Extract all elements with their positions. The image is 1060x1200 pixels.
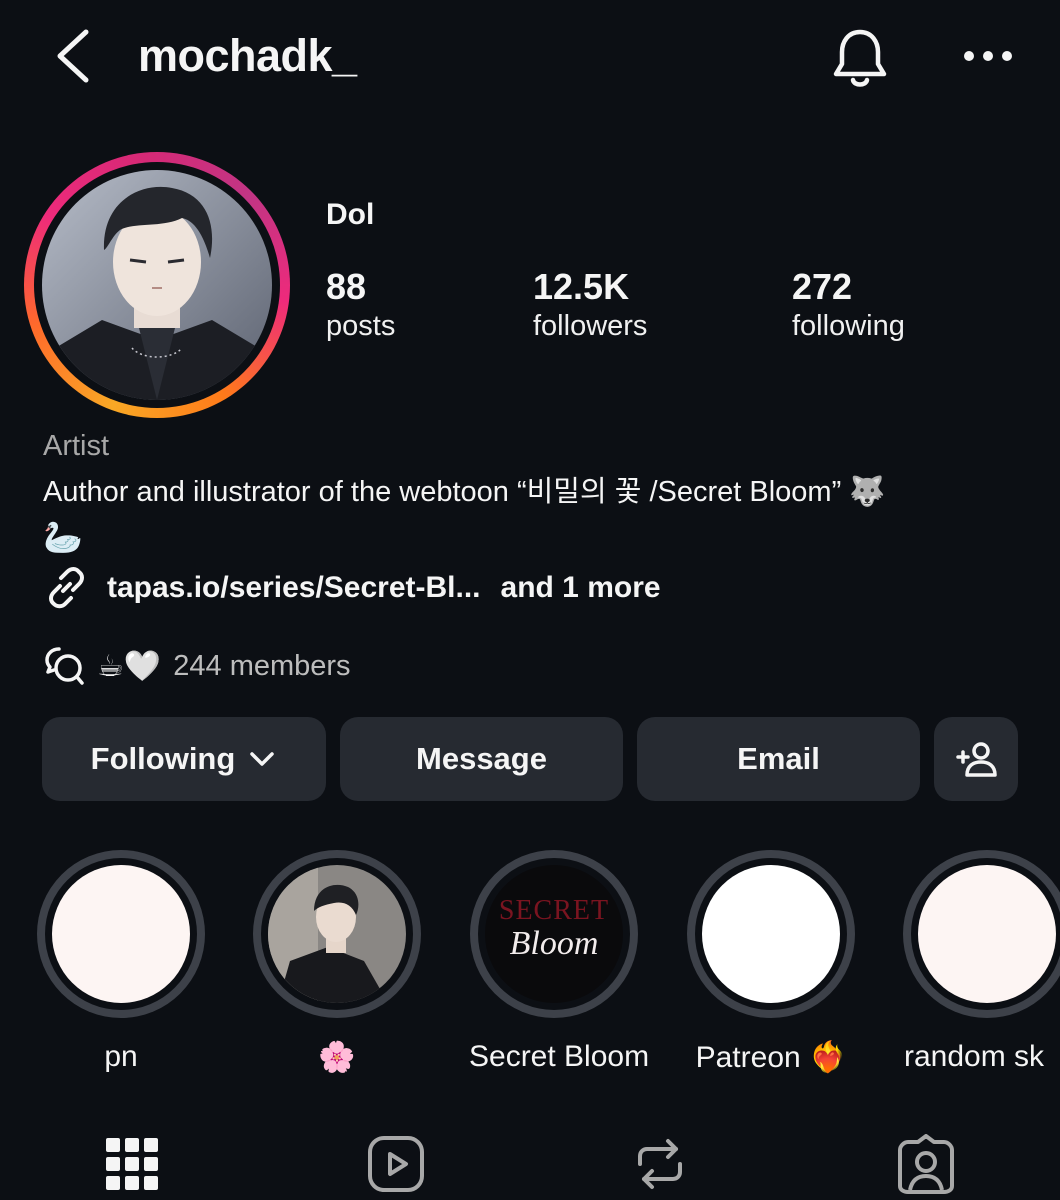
suggested-users-button[interactable] <box>934 717 1018 801</box>
link-more[interactable]: and 1 more <box>501 571 661 605</box>
more-options-button[interactable] <box>956 36 1020 76</box>
profile-avatar[interactable] <box>24 152 290 418</box>
reels-icon <box>368 1136 424 1192</box>
tab-reels[interactable] <box>366 1134 426 1199</box>
tab-reposts[interactable] <box>632 1134 688 1199</box>
highlight-cover <box>702 865 840 1003</box>
tab-posts-grid[interactable] <box>106 1134 158 1199</box>
channel-emojis: ☕🤍 <box>97 649 162 683</box>
back-button[interactable] <box>48 26 104 86</box>
chevron-down-icon <box>250 752 275 766</box>
email-button-label: Email <box>737 741 820 776</box>
bell-icon <box>833 29 887 87</box>
profile-username: mochadk_ <box>138 30 357 81</box>
profile-link[interactable]: tapas.io/series/Secret-Bl... and 1 more <box>43 566 661 610</box>
highlight-label: Patreon ❤️‍🔥 <box>695 1041 847 1074</box>
grid-icon <box>106 1138 158 1190</box>
following-stat[interactable]: 272 following <box>792 266 905 344</box>
story-highlight[interactable]: 🌸 <box>252 850 422 1075</box>
ellipsis-icon <box>964 51 1012 61</box>
highlight-label: Secret Bloom <box>469 1040 650 1073</box>
story-highlight[interactable]: Patreon ❤️‍🔥 <box>686 850 856 1075</box>
story-highlight[interactable]: pn <box>36 850 206 1074</box>
channel-members: 244 members <box>173 649 351 682</box>
followers-label: followers <box>533 310 648 342</box>
followers-stat[interactable]: 12.5K followers <box>533 266 647 344</box>
tagged-person-icon <box>898 1134 954 1194</box>
cover-title-top: SECRET <box>498 895 610 926</box>
story-highlight[interactable]: SECRET Bloom Secret Bloom <box>469 850 650 1074</box>
broadcast-channel[interactable]: ☕🤍 244 members <box>43 644 351 688</box>
email-button[interactable]: Email <box>637 717 920 801</box>
posts-label: posts <box>326 310 396 342</box>
followers-count: 12.5K <box>533 266 630 307</box>
following-button[interactable]: Following <box>42 717 326 801</box>
highlight-label: pn <box>104 1040 138 1073</box>
posts-count: 88 <box>326 266 367 307</box>
highlight-cover <box>268 865 406 1003</box>
profile-display-name: Dol <box>326 198 375 231</box>
repost-icon <box>638 1139 682 1189</box>
message-button[interactable]: Message <box>340 717 623 801</box>
highlight-label: 🌸 <box>318 1041 356 1074</box>
message-button-label: Message <box>416 741 547 776</box>
profile-tab-bar <box>0 1128 1060 1200</box>
link-icon <box>49 567 84 609</box>
top-bar: mochadk_ <box>0 0 1060 120</box>
notifications-button[interactable] <box>826 24 894 92</box>
channel-icon <box>45 647 84 685</box>
profile-category: Artist <box>43 430 110 462</box>
following-count: 272 <box>792 266 853 307</box>
following-button-label: Following <box>90 741 236 776</box>
highlight-cover <box>52 865 190 1003</box>
link-url[interactable]: tapas.io/series/Secret-Bl... <box>107 571 481 605</box>
highlight-label: random sk <box>904 1040 1045 1073</box>
profile-bio-line2: 🦢 <box>43 519 83 555</box>
chevron-left-icon <box>57 29 89 83</box>
avatar-image <box>42 170 272 400</box>
highlight-cover: SECRET Bloom <box>485 865 623 1003</box>
cover-title-bottom: Bloom <box>509 925 599 962</box>
story-highlight[interactable]: random sk <box>902 850 1060 1074</box>
following-label: following <box>792 310 905 342</box>
add-person-icon <box>956 742 997 777</box>
tab-tagged[interactable] <box>896 1134 956 1199</box>
posts-stat[interactable]: 88 posts <box>326 266 395 344</box>
highlight-cover <box>918 865 1056 1003</box>
profile-bio: Author and illustrator of the webtoon “비… <box>43 476 886 508</box>
